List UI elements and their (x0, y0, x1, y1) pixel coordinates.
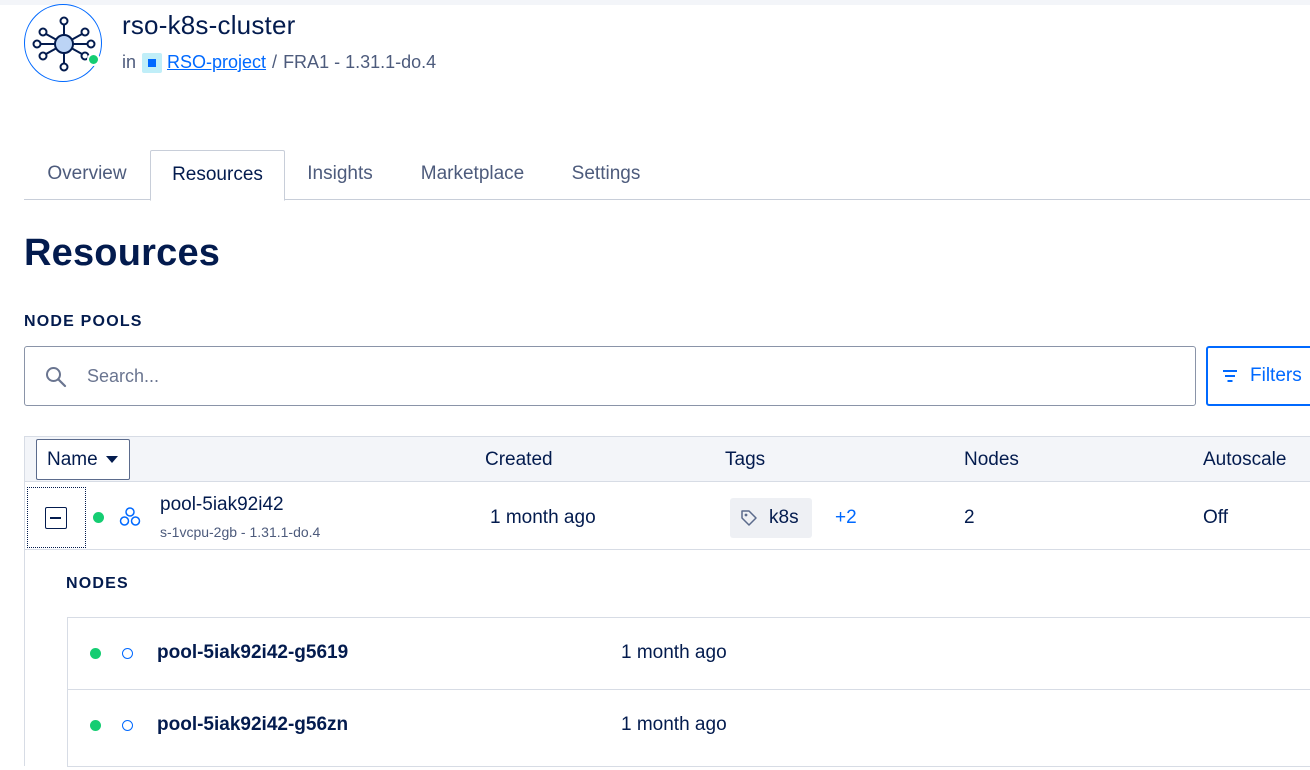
cluster-title: rso-k8s-cluster (122, 10, 296, 40)
nodes-panel: NODES pool-5iak92i42-g5619 1 month ago p… (25, 550, 1310, 770)
tag-label: k8s (769, 507, 799, 528)
nodes-list: pool-5iak92i42-g5619 1 month ago pool-5i… (67, 617, 1310, 767)
table-row[interactable]: pool-5iak92i42 s-1vcpu-2gb - 1.31.1-do.4… (25, 482, 1310, 550)
tab-overview[interactable]: Overview (24, 150, 150, 200)
more-tags-link[interactable]: +2 (835, 507, 857, 529)
kubernetes-cluster-icon (24, 4, 102, 82)
tab-marketplace[interactable]: Marketplace (395, 150, 550, 200)
node-status-dot (90, 720, 101, 731)
top-bar (0, 0, 1310, 5)
tag-chip[interactable]: k8s (730, 498, 812, 538)
node-created: 1 month ago (621, 714, 727, 735)
table-header: Name Created Tags Nodes Autoscale (25, 437, 1310, 482)
filters-label: Filters (1250, 365, 1302, 386)
node-name[interactable]: pool-5iak92i42-g5619 (157, 642, 348, 664)
node-name[interactable]: pool-5iak92i42-g56zn (157, 714, 348, 736)
node-status-dot (90, 648, 101, 659)
cluster-status-dot (87, 53, 100, 66)
node-icon (122, 648, 133, 659)
search-input[interactable] (85, 359, 1175, 393)
node-icon (122, 720, 133, 731)
cluster-breadcrumb: in RSO-project / FRA1 - 1.31.1-do.4 (122, 52, 436, 73)
pool-created: 1 month ago (490, 507, 596, 528)
filter-icon (1223, 370, 1237, 382)
pool-node-count: 2 (964, 507, 975, 528)
node-pool-icon (119, 507, 141, 526)
column-tags: Tags (725, 449, 766, 470)
pool-name[interactable]: pool-5iak92i42 (160, 494, 284, 516)
tab-bar: Overview Resources Insights Marketplace … (24, 150, 1310, 201)
search-icon (45, 366, 67, 393)
tag-icon (741, 510, 757, 526)
list-item[interactable]: pool-5iak92i42-g56zn 1 month ago (68, 690, 1310, 762)
column-created: Created (485, 449, 553, 470)
node-pools-label: NODE POOLS (24, 313, 143, 330)
breadcrumb-separator: / (272, 52, 278, 72)
collapse-icon[interactable] (45, 507, 67, 529)
list-item[interactable]: pool-5iak92i42-g5619 1 month ago (68, 618, 1310, 690)
region-version: FRA1 - 1.31.1-do.4 (283, 52, 437, 72)
nodes-label: NODES (66, 575, 129, 592)
pool-status-dot (93, 512, 104, 523)
node-pools-table: Name Created Tags Nodes Autoscale pool-5… (24, 436, 1310, 770)
tab-resources[interactable]: Resources (150, 150, 285, 201)
search-box (24, 346, 1196, 406)
caret-down-icon (105, 456, 118, 463)
pool-size: s-1vcpu-2gb - 1.31.1-do.4 (160, 524, 321, 540)
collapse-focus (27, 487, 86, 548)
in-label: in (122, 52, 137, 72)
tab-settings[interactable]: Settings (550, 150, 662, 200)
page-title: Resources (24, 232, 221, 274)
column-nodes: Nodes (964, 449, 1019, 470)
column-autoscale: Autoscale (1203, 449, 1287, 470)
pool-autoscale: Off (1203, 507, 1228, 528)
project-link[interactable]: RSO-project (167, 52, 266, 73)
sort-by-name-button[interactable]: Name (36, 439, 130, 480)
node-created: 1 month ago (621, 642, 727, 663)
tab-insights[interactable]: Insights (285, 150, 395, 200)
project-icon (142, 52, 163, 73)
filters-button[interactable]: Filters (1206, 346, 1310, 406)
column-name-label: Name (47, 448, 98, 470)
